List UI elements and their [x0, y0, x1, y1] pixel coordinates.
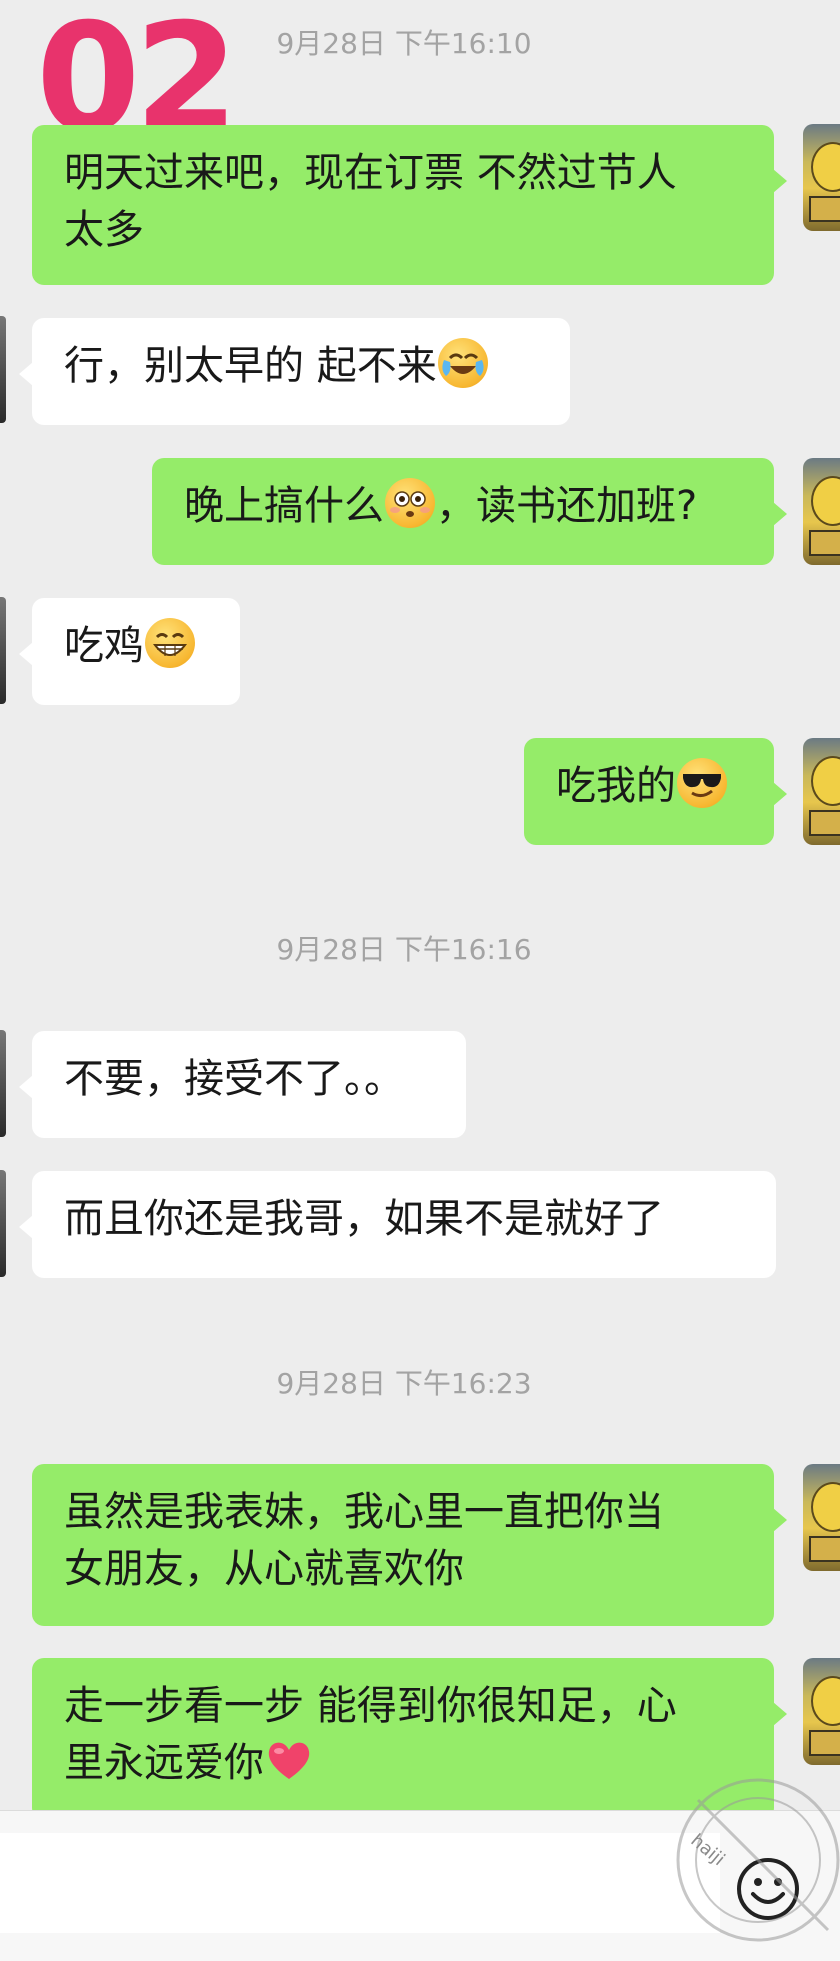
my-avatar[interactable]: [803, 458, 840, 565]
sent-message-bubble[interactable]: 明天过来吧，现在订票 不然过节人 太多: [32, 125, 787, 285]
contact-avatar[interactable]: [0, 1170, 6, 1277]
message-text: 吃我的: [556, 763, 676, 809]
smiling-face-with-sunglasses-icon: [677, 758, 727, 808]
sent-message-bubble[interactable]: 吃我的: [524, 738, 787, 845]
message-text: 明天过来吧，现在订票 不然过节人: [64, 150, 677, 196]
received-message-bubble[interactable]: 不要，接受不了。。: [19, 1031, 466, 1138]
sent-message-bubble[interactable]: 走一步看一步 能得到你很知足，心 里永远爱你: [32, 1658, 787, 1820]
my-avatar[interactable]: [803, 1464, 840, 1571]
message-text-line2: 里永远爱你: [64, 1740, 264, 1786]
message-text-line2: 女朋友，从心就喜欢你: [64, 1546, 464, 1592]
timestamp: 9月28日 下午16:10: [276, 27, 532, 60]
my-avatar[interactable]: [803, 124, 840, 231]
received-message-bubble[interactable]: 行，别太早的 起不来: [19, 318, 570, 425]
sent-message-bubble[interactable]: 虽然是我表妹，我心里一直把你当 女朋友，从心就喜欢你: [32, 1464, 787, 1626]
message-text: 吃鸡: [64, 623, 144, 669]
message-text: 不要，接受不了。。: [64, 1056, 404, 1102]
message-text-cont: ，读书还加班?: [436, 483, 698, 529]
flushed-face-icon: [385, 478, 435, 528]
message-text-line2: 太多: [64, 207, 144, 253]
timestamp: 9月28日 下午16:23: [276, 1367, 532, 1400]
received-message-bubble[interactable]: 而且你还是我哥，如果不是就好了: [19, 1171, 776, 1278]
contact-avatar[interactable]: [0, 1030, 6, 1137]
grinning-face-icon: [145, 618, 195, 668]
watermark-logo: [676, 1778, 840, 1942]
message-input[interactable]: [0, 1833, 720, 1933]
message-text: 而且你还是我哥，如果不是就好了: [64, 1196, 664, 1242]
face-with-tears-of-joy-icon: [437, 338, 488, 388]
timestamp: 9月28日 下午16:16: [276, 933, 532, 966]
message-text: 晚上搞什么: [184, 483, 384, 529]
received-message-bubble[interactable]: 吃鸡: [19, 598, 240, 705]
sent-message-bubble[interactable]: 晚上搞什么 ，读书还加班?: [152, 458, 787, 565]
my-avatar[interactable]: [803, 1658, 840, 1765]
contact-avatar[interactable]: [0, 597, 6, 704]
message-text: 行，别太早的 起不来: [64, 343, 437, 389]
message-text: 走一步看一步 能得到你很知足，心: [64, 1683, 677, 1729]
red-heart-icon: [268, 1742, 310, 1779]
my-avatar[interactable]: [803, 738, 840, 845]
message-text: 虽然是我表妹，我心里一直把你当: [64, 1489, 664, 1535]
contact-avatar[interactable]: [0, 316, 6, 423]
